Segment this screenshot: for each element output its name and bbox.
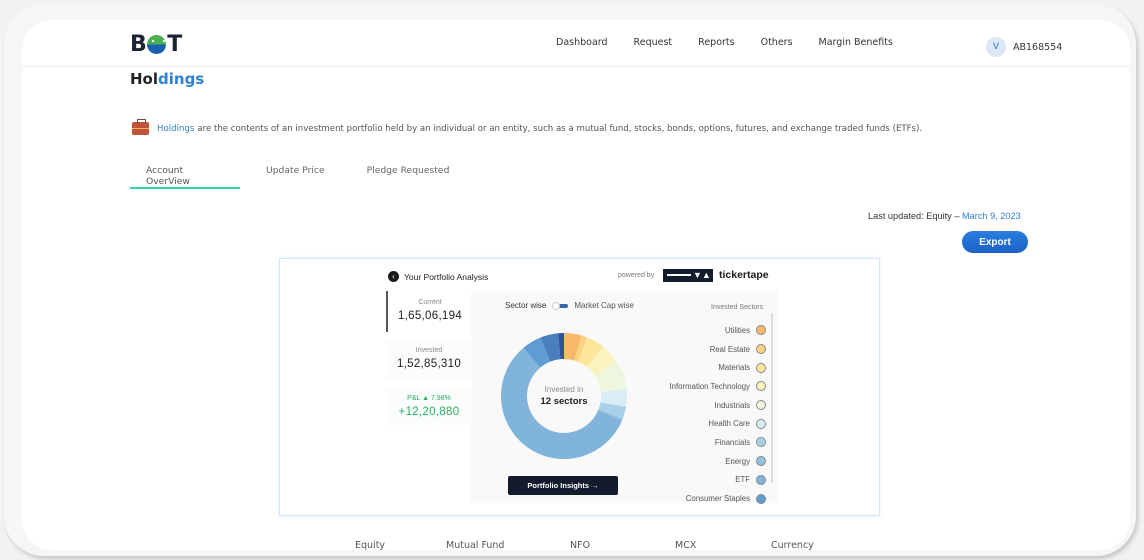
legend-item[interactable]: Consumer Staples: [670, 489, 766, 508]
stat-pnl-label: P&L: [407, 395, 421, 402]
stat-pnl-percent: ▲ 7.98%: [422, 395, 451, 402]
stat-invested-label: Invested: [415, 347, 443, 354]
bot-logo[interactable]: B T: [130, 32, 182, 57]
holdings-link[interactable]: Holdings: [157, 124, 194, 134]
tickertape-brand: tickertape: [719, 269, 769, 281]
donut-svg: [501, 333, 627, 459]
portfolio-analysis-widget: ‹ Your Portfolio Analysis powered by tic…: [279, 258, 880, 516]
user-id: AB168554: [1013, 41, 1063, 53]
last-updated-date: March 9, 2023: [962, 211, 1021, 221]
legend-swatch-icon: [756, 400, 766, 411]
nav-reports[interactable]: Reports: [698, 37, 734, 48]
legend-label: Real Estate: [709, 344, 750, 354]
legend-item[interactable]: Energy: [670, 452, 766, 471]
tab-account-overview[interactable]: Account OverView: [130, 163, 240, 189]
subtab-nfo[interactable]: NFO: [570, 540, 590, 550]
toggle-market-cap-label[interactable]: Market Cap wise: [574, 301, 634, 310]
tab-update-price[interactable]: Update Price: [250, 163, 341, 189]
legend-item[interactable]: ETF: [670, 471, 766, 490]
legend-label: Information Technology: [669, 381, 750, 391]
widget-header: ‹ Your Portfolio Analysis: [388, 271, 488, 282]
page-title: Holdings: [130, 70, 204, 88]
subtab-mutual-fund[interactable]: Mutual Fund: [446, 540, 504, 550]
legend-label: Materials: [718, 363, 750, 373]
legend-swatch-icon: [756, 362, 766, 373]
legend-item[interactable]: Financials: [670, 433, 766, 452]
stat-pnl[interactable]: P&L ▲ 7.98% +12,20,880: [386, 387, 472, 425]
legend-swatch-icon: [756, 474, 766, 485]
nav-others[interactable]: Others: [761, 37, 793, 48]
legend-label: Industrials: [714, 400, 750, 410]
stat-pnl-value: +12,20,880: [398, 406, 460, 418]
page-title-accent: dings: [158, 70, 205, 88]
stat-invested[interactable]: Invested 1,52,85,310: [386, 339, 472, 380]
last-updated-label: Last updated: Equity –: [868, 211, 960, 221]
legend-title: Invested Sectors: [711, 304, 764, 311]
app-screen: B T Dashboard Request Reports Others Mar…: [22, 20, 1130, 550]
legend-label: Health Care: [708, 419, 750, 429]
legend-scrollbar[interactable]: [771, 313, 773, 483]
legend-item[interactable]: Real Estate: [670, 340, 766, 359]
legend-swatch-icon: [756, 418, 766, 429]
legend-label: Utilities: [724, 325, 750, 335]
stat-current-value: 1,65,06,194: [397, 310, 463, 322]
legend-item[interactable]: Industrials: [670, 396, 766, 415]
tab-pledge-requested[interactable]: Pledge Requested: [351, 163, 466, 189]
sector-legend: Utilities Real Estate Materials Information…: [670, 321, 766, 508]
avatar: V: [986, 37, 1006, 57]
sector-chart-panel: Sector wise Market Cap wise Invested in …: [471, 291, 778, 504]
legend-item[interactable]: Materials: [670, 358, 766, 377]
legend-swatch-icon: [756, 437, 766, 448]
legend-item[interactable]: Utilities: [670, 321, 766, 340]
portfolio-insights-button[interactable]: Portfolio Insights →: [508, 476, 618, 495]
export-button[interactable]: Export: [962, 231, 1028, 253]
nav-margin-benefits[interactable]: Margin Benefits: [819, 37, 893, 48]
nav-dashboard[interactable]: Dashboard: [556, 37, 608, 48]
stat-current[interactable]: Current 1,65,06,194: [386, 291, 472, 332]
logo-globe-icon: [147, 35, 167, 54]
legend-swatch-icon: [756, 493, 766, 504]
subtab-currency[interactable]: Currency: [771, 540, 814, 550]
stat-pnl-label-row: P&L ▲ 7.98%: [386, 395, 472, 402]
view-toggle-row: Sector wise Market Cap wise: [505, 301, 634, 310]
device-frame: B T Dashboard Request Reports Others Mar…: [4, 4, 1136, 556]
back-icon[interactable]: ‹: [388, 271, 399, 282]
legend-label: Financials: [714, 437, 750, 447]
legend-label: Energy: [725, 456, 750, 466]
legend-label: Consumer Staples: [685, 494, 750, 504]
holdings-description: are the contents of an investment portfo…: [197, 123, 923, 134]
legend-item[interactable]: Information Technology: [670, 377, 766, 396]
subtab-mcx[interactable]: MCX: [675, 540, 696, 550]
top-navbar: B T Dashboard Request Reports Others Mar…: [22, 20, 1130, 67]
legend-swatch-icon: [756, 456, 766, 467]
legend-swatch-icon: [756, 325, 766, 336]
holdings-info: Holdings are the contents of an investme…: [132, 119, 923, 135]
toggle-sector-wise-label[interactable]: Sector wise: [505, 301, 546, 310]
logo-letter-t: T: [167, 32, 182, 57]
subtab-equity[interactable]: Equity: [355, 540, 385, 550]
user-menu[interactable]: V AB168554: [986, 37, 1062, 57]
logo-letter-b: B: [130, 32, 147, 57]
widget-title: Your Portfolio Analysis: [404, 271, 489, 282]
nav-request[interactable]: Request: [634, 37, 673, 48]
legend-item[interactable]: Health Care: [670, 414, 766, 433]
main-nav: Dashboard Request Reports Others Margin …: [556, 37, 919, 48]
sector-donut-chart: Invested in 12 sectors: [499, 331, 629, 461]
last-updated: Last updated: Equity – March 9, 2023: [868, 211, 1021, 221]
stat-current-label: Current: [418, 299, 442, 306]
powered-by-label: powered by: [618, 272, 655, 279]
legend-swatch-icon: [756, 344, 766, 355]
briefcase-icon: [132, 119, 149, 135]
view-toggle-switch[interactable]: [552, 301, 569, 310]
tickertape-logo-icon: [663, 269, 713, 282]
holdings-tabs: Account OverView Update Price Pledge Req…: [130, 163, 475, 189]
toggle-knob: [552, 301, 561, 310]
legend-swatch-icon: [756, 381, 766, 392]
stat-invested-value: 1,52,85,310: [396, 358, 462, 370]
legend-label: ETF: [735, 475, 750, 485]
page-title-plain: Hol: [130, 70, 159, 88]
